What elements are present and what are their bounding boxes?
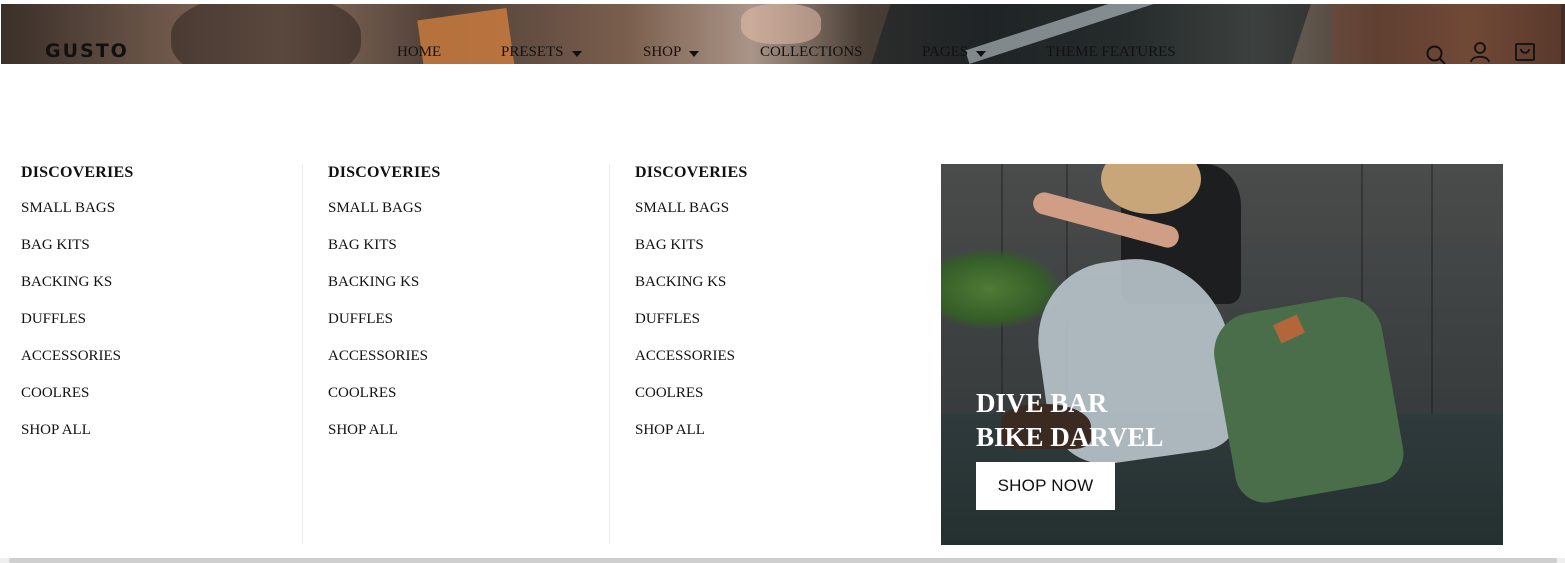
nav-theme-features[interactable]: THEME FEATURES <box>1046 44 1176 61</box>
column-title: DISCOVERIES <box>635 164 748 181</box>
cart-icon[interactable] <box>1514 40 1536 62</box>
backpack-image <box>1207 290 1409 508</box>
nav-label: THEME FEATURES <box>1046 44 1176 60</box>
menu-link-small-bags[interactable]: SMALL BAGS <box>328 199 440 236</box>
promo-title: DIVE BAR BIKE DARVEL <box>976 386 1163 454</box>
column-title: DISCOVERIES <box>328 164 441 181</box>
chevron-down-icon <box>689 51 700 57</box>
nav-shop[interactable]: SHOP <box>643 44 700 61</box>
menu-link-coolres[interactable]: COOLRES <box>328 384 440 421</box>
search-icon[interactable] <box>1425 44 1447 64</box>
menu-link-backing-ks[interactable]: BACKING KS <box>635 273 747 310</box>
nav-home[interactable]: HOME <box>397 44 441 61</box>
menu-link-accessories[interactable]: ACCESSORIES <box>328 347 440 384</box>
menu-link-accessories[interactable]: ACCESSORIES <box>21 347 133 384</box>
menu-link-shop-all[interactable]: SHOP ALL <box>328 421 440 458</box>
menu-column: DISCOVERIES SMALL BAGS BAG KITS BACKING … <box>635 164 747 458</box>
site-header: GUSTO HOME PRESETS SHOP COLLECTIONS PAGE… <box>1 4 1565 64</box>
menu-link-accessories[interactable]: ACCESSORIES <box>635 347 747 384</box>
chevron-down-icon <box>976 51 987 57</box>
nav-label: PAGES <box>922 44 969 60</box>
menu-link-bag-kits[interactable]: BAG KITS <box>21 236 133 273</box>
menu-link-small-bags[interactable]: SMALL BAGS <box>21 199 133 236</box>
nav-label: PRESETS <box>501 44 564 60</box>
menu-link-coolres[interactable]: COOLRES <box>635 384 747 421</box>
site-logo[interactable]: GUSTO <box>45 40 129 62</box>
link-list: SMALL BAGS BAG KITS BACKING KS DUFFLES A… <box>635 199 747 458</box>
menu-link-shop-all[interactable]: SHOP ALL <box>635 421 747 458</box>
menu-link-duffles[interactable]: DUFFLES <box>328 310 440 347</box>
account-icon[interactable] <box>1469 41 1491 63</box>
header-banner-image <box>171 4 361 64</box>
nav-label: SHOP <box>643 44 682 60</box>
chevron-down-icon <box>571 51 582 57</box>
nav-label: HOME <box>397 44 442 60</box>
nav-presets[interactable]: PRESETS <box>501 44 582 61</box>
scrollbar-thumb[interactable] <box>9 558 1557 563</box>
nav-collections[interactable]: COLLECTIONS <box>760 44 863 61</box>
menu-link-bag-kits[interactable]: BAG KITS <box>328 236 440 273</box>
menu-column: DISCOVERIES SMALL BAGS BAG KITS BACKING … <box>21 164 133 458</box>
nav-pages[interactable]: PAGES <box>922 44 987 61</box>
horizontal-scrollbar[interactable] <box>0 558 1565 563</box>
menu-link-duffles[interactable]: DUFFLES <box>635 310 747 347</box>
menu-link-bag-kits[interactable]: BAG KITS <box>635 236 747 273</box>
menu-link-backing-ks[interactable]: BACKING KS <box>328 273 440 310</box>
nav-label: COLLECTIONS <box>760 44 863 60</box>
link-list: SMALL BAGS BAG KITS BACKING KS DUFFLES A… <box>21 199 133 458</box>
menu-link-duffles[interactable]: DUFFLES <box>21 310 133 347</box>
column-title: DISCOVERIES <box>21 164 134 181</box>
menu-link-coolres[interactable]: COOLRES <box>21 384 133 421</box>
header-banner-detail <box>741 4 821 44</box>
menu-link-backing-ks[interactable]: BACKING KS <box>21 273 133 310</box>
column-divider <box>609 164 610 544</box>
menu-link-shop-all[interactable]: SHOP ALL <box>21 421 133 458</box>
menu-column: DISCOVERIES SMALL BAGS BAG KITS BACKING … <box>328 164 440 458</box>
promo-title-line2: BIKE DARVEL <box>976 422 1164 452</box>
shop-now-button[interactable]: SHOP NOW <box>976 462 1115 510</box>
menu-link-small-bags[interactable]: SMALL BAGS <box>635 199 747 236</box>
promo-banner[interactable]: DIVE BAR BIKE DARVEL SHOP NOW <box>941 164 1503 545</box>
column-divider <box>302 164 303 544</box>
link-list: SMALL BAGS BAG KITS BACKING KS DUFFLES A… <box>328 199 440 458</box>
promo-title-line1: DIVE BAR <box>976 388 1108 418</box>
